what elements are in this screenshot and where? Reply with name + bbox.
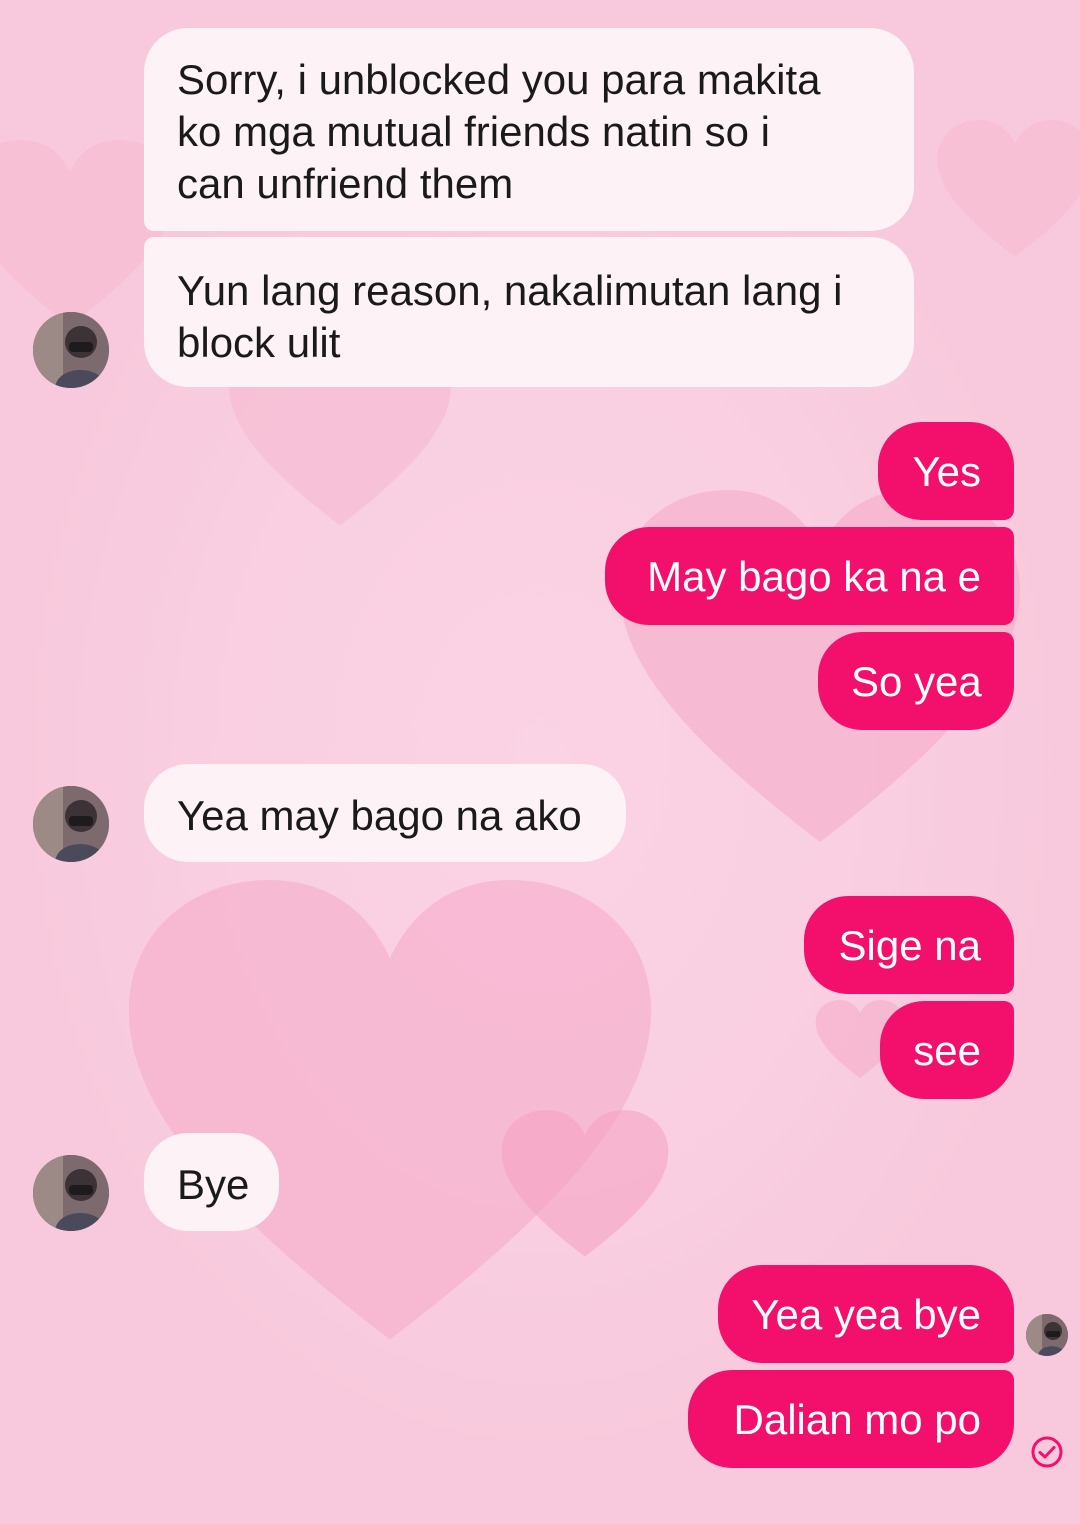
seen-avatar-icon <box>1026 1314 1068 1356</box>
outgoing-message-bubble[interactable]: May bago ka na e <box>605 527 1014 625</box>
avatar-icon <box>33 312 109 388</box>
heart-decoration-icon <box>930 120 1080 260</box>
contact-avatar[interactable] <box>33 312 109 388</box>
message-text-line: can unfriend them <box>177 160 514 207</box>
message-text-line: May bago ka na e <box>647 553 981 600</box>
avatar-icon <box>33 1155 109 1231</box>
outgoing-message-bubble[interactable]: see <box>880 1001 1014 1099</box>
avatar-icon <box>33 786 109 862</box>
message-text-line: Dalian mo po <box>733 1396 981 1443</box>
outgoing-message-bubble[interactable]: Yea yea bye <box>718 1265 1014 1363</box>
incoming-message-bubble[interactable]: Yea may bago na ako <box>144 764 626 862</box>
incoming-message-bubble[interactable]: Sorry, i unblocked you para makita ko mg… <box>144 28 914 231</box>
message-text-line: So yea <box>851 658 982 705</box>
message-text-line: see <box>913 1027 981 1074</box>
message-text-line: Sige na <box>838 922 981 969</box>
incoming-message-bubble[interactable]: Bye <box>144 1133 279 1231</box>
outgoing-message-bubble[interactable]: Dalian mo po <box>688 1370 1014 1468</box>
heart-decoration-icon <box>500 1110 670 1260</box>
message-text-line: Yes <box>912 448 981 495</box>
outgoing-message-bubble[interactable]: So yea <box>818 632 1014 730</box>
message-text-line: Yea may bago na ako <box>177 792 582 839</box>
message-text-line: block ulit <box>177 319 341 366</box>
contact-avatar[interactable] <box>33 786 109 862</box>
seen-avatar <box>1026 1314 1068 1356</box>
contact-avatar[interactable] <box>33 1155 109 1231</box>
message-text-line: Yea yea bye <box>751 1291 981 1338</box>
incoming-message-bubble[interactable]: Yun lang reason, nakalimutan lang i bloc… <box>144 237 914 387</box>
message-text-line: Sorry, i unblocked you para makita <box>177 56 821 103</box>
message-text-line: Yun lang reason, nakalimutan lang i <box>177 267 843 314</box>
message-text-line: ko mga mutual friends natin so i <box>177 108 770 155</box>
outgoing-message-bubble[interactable]: Yes <box>878 422 1014 520</box>
check-circle-icon <box>1030 1435 1064 1469</box>
message-text-line: Bye <box>177 1161 250 1208</box>
outgoing-message-bubble[interactable]: Sige na <box>804 896 1014 994</box>
